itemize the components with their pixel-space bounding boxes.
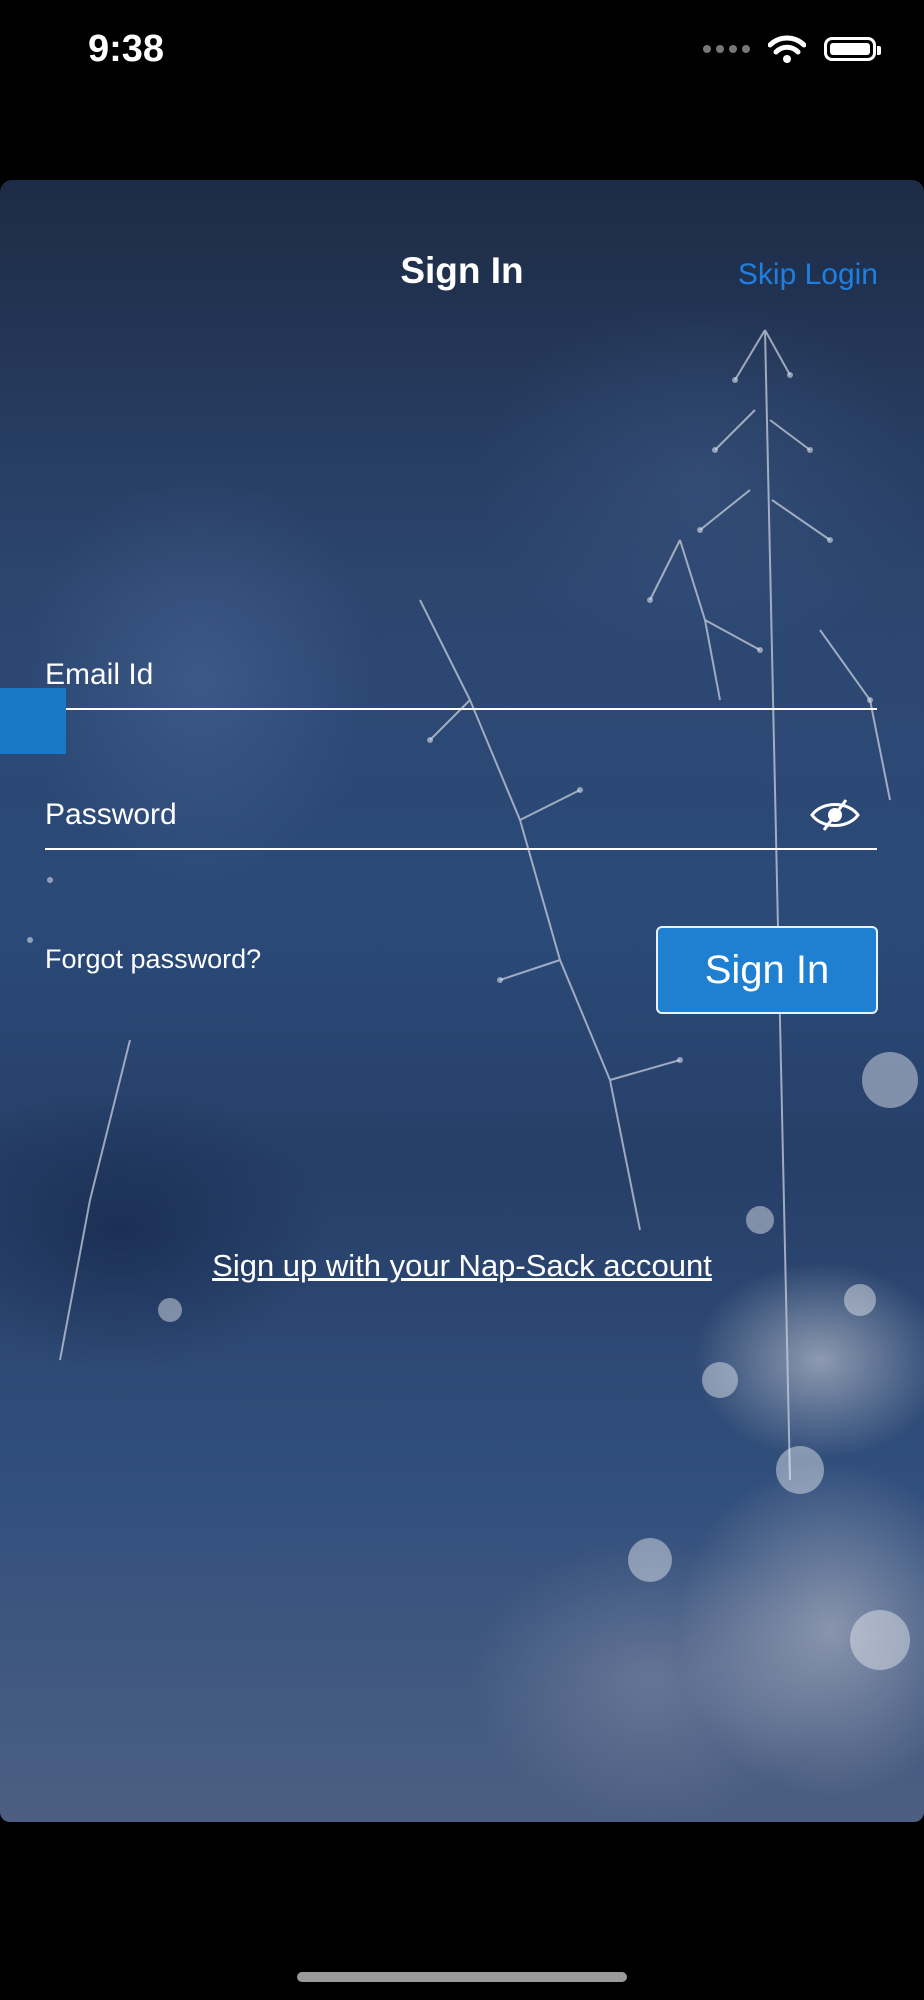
password-underline	[45, 848, 877, 850]
signal-icon	[703, 45, 750, 53]
forgot-password-link[interactable]: Forgot password?	[45, 944, 261, 975]
status-icons	[703, 34, 881, 64]
eye-slash-icon[interactable]	[808, 796, 862, 834]
home-indicator	[297, 1972, 627, 1982]
password-field[interactable]	[45, 840, 881, 886]
email-focus-indicator	[0, 688, 66, 754]
skip-login-link[interactable]: Skip Login	[738, 258, 878, 292]
signup-link[interactable]: Sign up with your Nap-Sack account	[0, 1248, 924, 1284]
sign-in-sheet: Sign In Skip Login Email Id Password For…	[0, 180, 924, 1822]
email-field[interactable]	[45, 700, 881, 746]
status-bar: 9:38	[0, 0, 924, 110]
status-time: 9:38	[88, 28, 165, 70]
sign-in-button[interactable]: Sign In	[656, 926, 878, 1014]
email-label: Email Id	[45, 658, 154, 691]
battery-icon	[824, 37, 881, 61]
wifi-icon	[768, 35, 806, 63]
password-label: Password	[45, 798, 177, 831]
email-underline	[45, 708, 877, 710]
